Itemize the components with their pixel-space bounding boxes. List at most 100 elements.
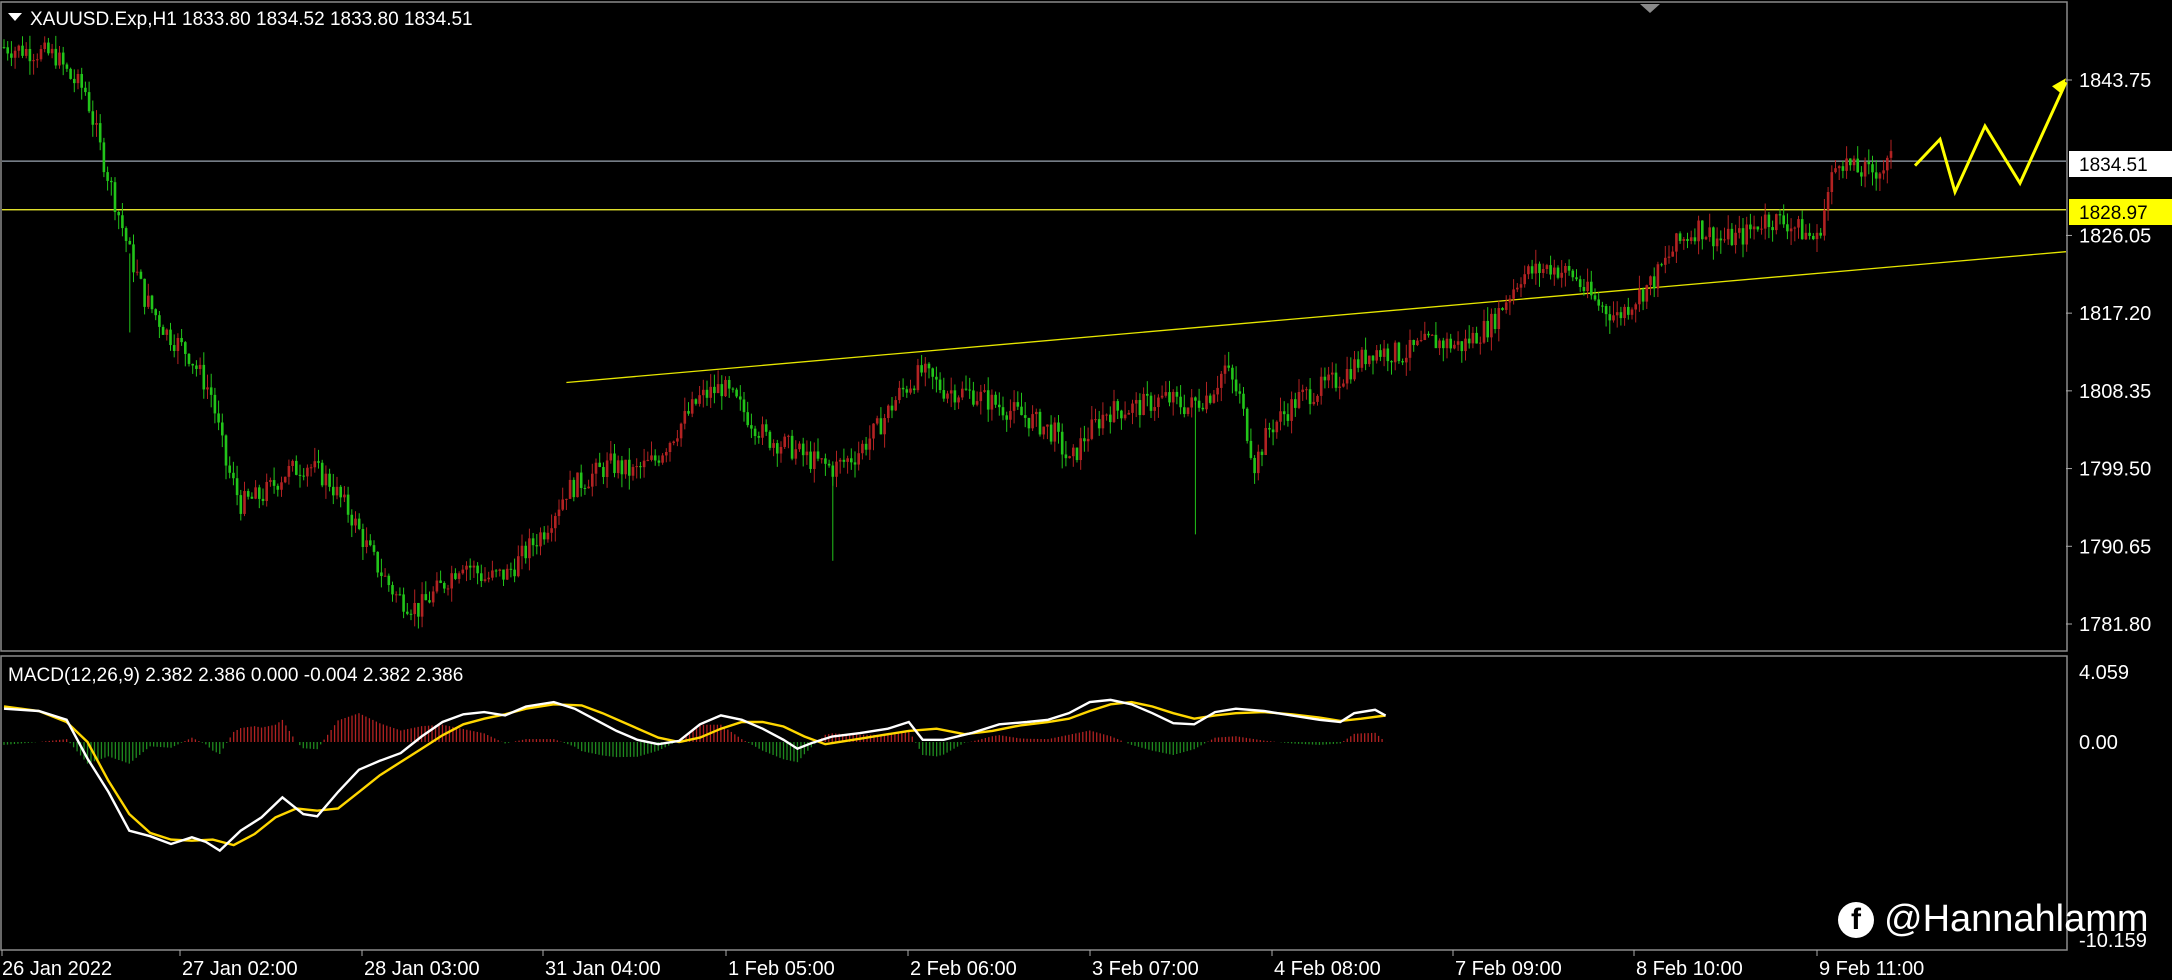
candle-body: [246, 491, 250, 497]
candle-body: [217, 413, 220, 423]
candle-body: [1486, 320, 1489, 338]
candle-body: [653, 455, 657, 461]
candle-body: [539, 532, 542, 547]
candle-body: [1090, 419, 1094, 439]
candle-body: [1697, 220, 1700, 242]
candle-body: [683, 411, 687, 424]
chart-shift-marker[interactable]: [1640, 4, 1660, 13]
candle-body: [1016, 402, 1020, 407]
candle-body: [1282, 411, 1286, 415]
candle-body: [1782, 215, 1785, 225]
candle-body: [1652, 276, 1656, 289]
symbol-dropdown-icon[interactable]: [8, 13, 22, 21]
candle-body: [1356, 359, 1360, 368]
candle-body: [561, 499, 564, 510]
candle-body: [332, 486, 335, 496]
candle-body: [1064, 454, 1068, 459]
candle-body: [98, 123, 102, 143]
candle-body: [1371, 355, 1375, 361]
candle-body: [1479, 342, 1482, 344]
candle-body: [1334, 372, 1338, 388]
candle-body: [798, 443, 801, 450]
candle-body: [1456, 341, 1460, 345]
candle-body: [1157, 397, 1160, 408]
candle-body: [1823, 209, 1826, 236]
candle-body: [1012, 402, 1016, 411]
candle-body: [121, 215, 124, 229]
candle-body: [1786, 224, 1789, 232]
candle-body: [457, 573, 461, 579]
candle-body: [946, 393, 949, 399]
candle-body: [835, 461, 838, 477]
candle-body: [376, 551, 379, 573]
candle-body: [1194, 397, 1197, 401]
trading-chart[interactable]: 1843.75 1826.05 1817.20 1808.35 1799.50 1790.…: [0, 0, 2172, 980]
candle-body: [346, 494, 350, 515]
candle-body: [1878, 173, 1882, 179]
candle-body: [1386, 348, 1390, 362]
candle-body: [69, 68, 72, 79]
candle-body: [1586, 281, 1589, 291]
candle-body: [221, 422, 224, 436]
candle-body: [972, 390, 975, 405]
candle-body: [187, 353, 191, 364]
candle-body: [1560, 272, 1563, 278]
candle-body: [1223, 365, 1227, 374]
candle-body: [91, 111, 95, 125]
candle-body: [1134, 400, 1138, 404]
candle-body: [1416, 340, 1419, 346]
candle-body: [857, 453, 860, 465]
candle-body: [938, 379, 942, 391]
candle-body: [1068, 456, 1071, 459]
candle-body: [435, 580, 439, 592]
candle-body: [113, 182, 117, 212]
candle-body: [1120, 410, 1123, 419]
candle-body: [1401, 361, 1404, 363]
candle-body: [535, 545, 539, 547]
candle-body: [1097, 419, 1101, 429]
candle-body: [1112, 401, 1116, 423]
candle-body: [1556, 267, 1560, 278]
candle-body: [295, 460, 298, 475]
candle-body: [1812, 235, 1815, 240]
candle-body: [716, 384, 720, 394]
candle-body: [1871, 164, 1874, 173]
candle-body: [1660, 264, 1663, 266]
candle-body: [28, 48, 32, 62]
candle-body: [1834, 168, 1837, 173]
candle-body: [905, 389, 909, 393]
candle-body: [439, 580, 442, 583]
candle-body: [942, 390, 946, 399]
candle-body: [554, 516, 557, 529]
candle-body: [768, 431, 772, 448]
candle-body: [1427, 333, 1430, 336]
candle-body: [961, 388, 964, 398]
candle-body: [1604, 306, 1608, 315]
price-tick-label: 1799.50: [2079, 459, 2151, 481]
candle-body: [1641, 289, 1645, 302]
candle-body: [1305, 389, 1308, 391]
candle-body: [894, 400, 897, 411]
candle-body: [413, 602, 416, 615]
candle-body: [805, 451, 809, 456]
candle-body: [591, 473, 594, 487]
candle-body: [1756, 226, 1760, 230]
candle-body: [169, 329, 172, 346]
candle-body: [1849, 158, 1852, 166]
candle-body: [1571, 270, 1575, 278]
candle-body: [465, 565, 468, 570]
candle-body: [487, 577, 490, 580]
candle-body: [1638, 289, 1641, 305]
candle-body: [1245, 408, 1249, 441]
candle-body: [313, 461, 317, 468]
candle-body: [1763, 214, 1767, 229]
candle-body: [1830, 172, 1834, 193]
candle-body: [787, 435, 790, 437]
candle-body: [1712, 227, 1715, 247]
candle-body: [1072, 447, 1075, 457]
candle-body: [1105, 414, 1108, 416]
candle-body: [1708, 227, 1711, 238]
candle-body: [916, 365, 920, 391]
candle-body: [298, 474, 302, 476]
candle-body: [901, 387, 905, 390]
